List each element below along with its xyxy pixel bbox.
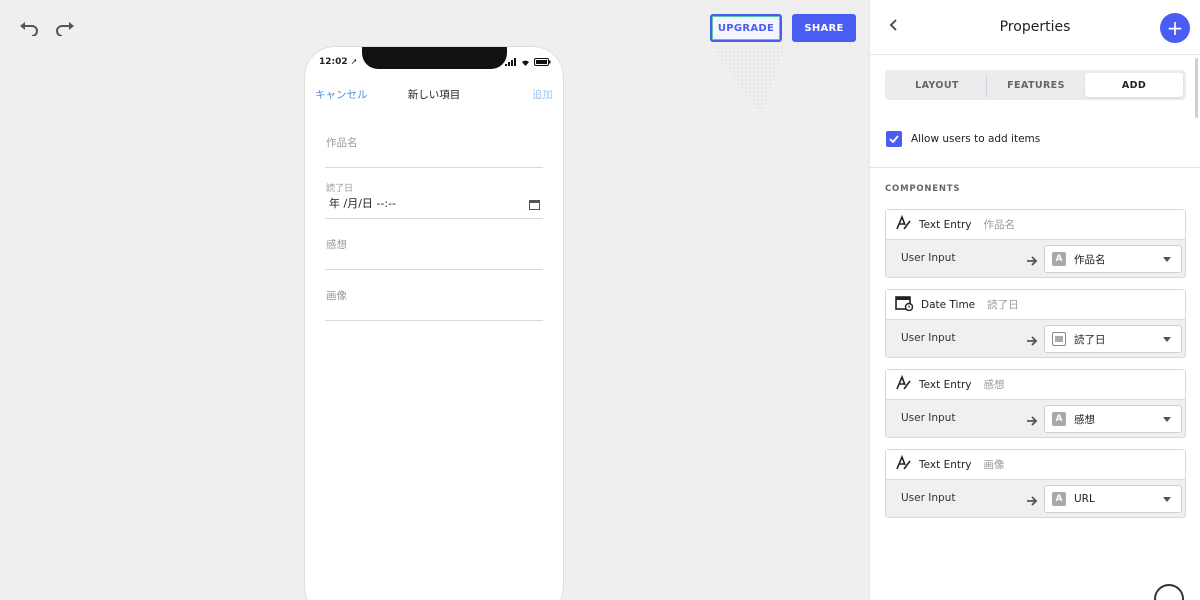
component-name: 感想: [983, 379, 1005, 391]
phone-nav-bar: キャンセル 新しい項目 追加: [305, 83, 563, 105]
component-header: Text Entry 作品名: [886, 210, 1185, 240]
text-entry-icon: [895, 214, 911, 235]
component-card[interactable]: Date Time 読了日 User Input 読了日: [885, 289, 1186, 358]
cancel-link[interactable]: キャンセル: [315, 87, 368, 102]
impression-placeholder: 感想: [326, 239, 347, 251]
component-type: Text Entry: [919, 378, 972, 391]
date-value: 年 /月/日 --:--: [329, 197, 396, 210]
add-link[interactable]: 追加: [532, 87, 553, 102]
image-placeholder: 画像: [326, 290, 347, 302]
status-icons: [505, 58, 551, 66]
properties-panel: Properties + LAYOUT FEATURES ADD Allow u…: [869, 0, 1200, 600]
select-value: 読了日: [1074, 333, 1106, 346]
date-field-icon: [1052, 332, 1066, 346]
component-name: 画像: [983, 459, 1005, 471]
image-field[interactable]: 画像: [325, 270, 543, 321]
tab-layout[interactable]: LAYOUT: [888, 73, 987, 97]
component-header: Date Time 読了日: [886, 290, 1185, 320]
allow-add-row: Allow users to add items: [886, 131, 1040, 147]
divider: [870, 167, 1200, 168]
panel-title: Properties: [999, 19, 1071, 35]
upgrade-button[interactable]: UPGRADE: [710, 14, 782, 42]
component-type: Text Entry: [919, 218, 972, 231]
arrow-right-icon: [1026, 332, 1038, 351]
add-component-button[interactable]: +: [1160, 13, 1190, 43]
caret-down-icon: [1163, 417, 1171, 422]
field-select[interactable]: A 作品名: [1044, 245, 1182, 273]
signal-icon: [505, 58, 516, 66]
allow-add-label: Allow users to add items: [911, 133, 1041, 145]
component-body: User Input A 感想: [886, 400, 1185, 437]
tab-features[interactable]: FEATURES: [987, 73, 1085, 97]
user-input-label: User Input: [901, 252, 956, 264]
date-label: 読了日: [326, 184, 354, 194]
component-name: 読了日: [987, 299, 1019, 311]
field-select[interactable]: A URL: [1044, 485, 1182, 513]
undo-icon[interactable]: [18, 18, 40, 40]
phone-preview: 12:02 ➚ キャンセル 新しい項目 追加 作品名 読了日 年 /月/日 --…: [305, 47, 563, 600]
arrow-right-icon: [1026, 252, 1038, 271]
redo-icon[interactable]: [54, 18, 76, 40]
component-card[interactable]: Text Entry 感想 User Input A 感想: [885, 369, 1186, 438]
component-body: User Input A 作品名: [886, 240, 1185, 277]
text-entry-icon: [895, 374, 911, 395]
select-value: 作品名: [1074, 253, 1106, 266]
tab-add[interactable]: ADD: [1085, 73, 1183, 97]
calendar-icon: [895, 295, 914, 315]
component-type: Text Entry: [919, 458, 972, 471]
phone-notch: [362, 47, 507, 69]
arrow-right-icon: [1026, 412, 1038, 431]
component-card[interactable]: Text Entry 作品名 User Input A 作品名: [885, 209, 1186, 278]
component-header: Text Entry 画像: [886, 450, 1185, 480]
text-field-icon: A: [1052, 492, 1066, 506]
date-field[interactable]: 読了日 年 /月/日 --:--: [325, 168, 543, 219]
user-input-label: User Input: [901, 332, 956, 344]
text-field-icon: A: [1052, 252, 1066, 266]
impression-field[interactable]: 感想: [325, 219, 543, 270]
battery-icon: [534, 58, 551, 66]
calendar-icon[interactable]: [529, 195, 540, 214]
component-name: 作品名: [983, 219, 1016, 231]
select-value: 感想: [1074, 413, 1095, 426]
component-card[interactable]: Text Entry 画像 User Input A URL: [885, 449, 1186, 518]
arrow-right-icon: [1026, 492, 1038, 511]
status-time: 12:02 ➚: [319, 57, 358, 67]
components-heading: COMPONENTS: [885, 184, 961, 194]
user-input-label: User Input: [901, 492, 956, 504]
scrollbar[interactable]: [1195, 58, 1198, 118]
undo-redo-group: [18, 18, 76, 40]
field-select[interactable]: 読了日: [1044, 325, 1182, 353]
text-entry-icon: [895, 454, 911, 475]
nav-title: 新しい項目: [407, 88, 461, 101]
component-type: Date Time: [921, 298, 976, 311]
plus-icon: +: [1166, 16, 1184, 40]
component-body: User Input 読了日: [886, 320, 1185, 357]
panel-header: Properties +: [870, 0, 1200, 55]
caret-down-icon: [1163, 337, 1171, 342]
title-field[interactable]: 作品名: [325, 117, 543, 168]
new-item-form: 作品名 読了日 年 /月/日 --:-- 感想 画像: [325, 117, 543, 321]
checkmark-icon: [889, 135, 899, 143]
component-body: User Input A URL: [886, 480, 1185, 517]
user-input-label: User Input: [901, 412, 956, 424]
help-button[interactable]: [1154, 584, 1184, 600]
decorative-sparkle: [712, 46, 784, 116]
field-select[interactable]: A 感想: [1044, 405, 1182, 433]
title-placeholder: 作品名: [326, 137, 358, 149]
caret-down-icon: [1163, 497, 1171, 502]
wifi-icon: [522, 60, 529, 66]
select-value: URL: [1074, 493, 1095, 505]
caret-down-icon: [1163, 257, 1171, 262]
allow-add-checkbox[interactable]: [886, 131, 902, 147]
text-field-icon: A: [1052, 412, 1066, 426]
share-button[interactable]: SHARE: [792, 14, 856, 42]
location-icon: ➚: [350, 57, 358, 66]
tab-bar: LAYOUT FEATURES ADD: [885, 70, 1186, 100]
component-header: Text Entry 感想: [886, 370, 1185, 400]
